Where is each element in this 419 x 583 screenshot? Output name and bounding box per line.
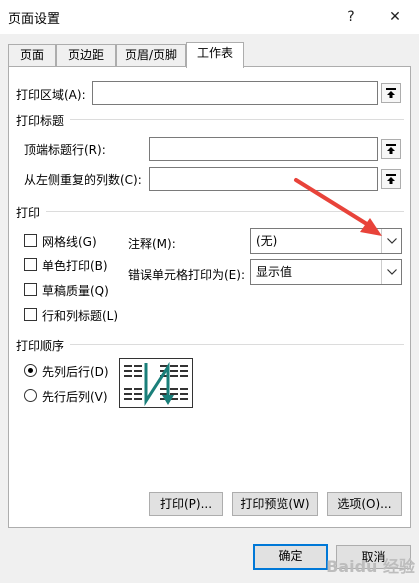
down-then-over-radio[interactable] — [24, 364, 37, 377]
print-area-input[interactable] — [92, 81, 378, 105]
page-order-diagram — [119, 358, 193, 408]
help-button[interactable]: ? — [340, 6, 362, 28]
tab-page[interactable]: 页面 — [8, 44, 56, 67]
rows-to-repeat-label: 顶端标题行(R): — [24, 143, 106, 157]
comments-label: 注释(M): — [128, 237, 176, 251]
draft-quality-checkbox[interactable] — [24, 283, 37, 296]
tab-sheet[interactable]: 工作表 — [186, 42, 244, 68]
page-order-divider — [70, 344, 404, 345]
print-titles-section-label: 打印标题 — [16, 114, 65, 128]
gridlines-checkbox[interactable] — [24, 234, 37, 247]
print-area-collapse-button[interactable] — [381, 83, 401, 103]
options-button[interactable]: 选项(O)... — [327, 492, 402, 516]
rows-to-repeat-input[interactable] — [149, 137, 378, 161]
page-order-preview-icon — [124, 361, 188, 407]
print-preview-button[interactable]: 打印预览(W) — [232, 492, 318, 516]
cell-errors-select[interactable]: 显示值 — [250, 259, 402, 285]
annotation-arrow-icon — [294, 178, 382, 236]
down-then-over-label: 先列后行(D) — [42, 365, 109, 379]
print-titles-divider — [70, 119, 404, 120]
window-title: 页面设置 — [8, 12, 61, 27]
close-button[interactable]: ✕ — [384, 6, 406, 28]
tab-margins[interactable]: 页边距 — [56, 44, 116, 67]
cell-errors-label: 错误单元格打印为(E): — [128, 268, 245, 282]
draft-quality-label: 草稿质量(Q) — [42, 284, 109, 298]
row-col-headings-checkbox[interactable] — [24, 308, 37, 321]
cell-errors-selected-value: 显示值 — [256, 265, 293, 279]
print-button[interactable]: 打印(P)... — [149, 492, 223, 516]
columns-to-repeat-label: 从左侧重复的列数(C): — [24, 173, 142, 187]
watermark: Baidu 经验 — [326, 557, 415, 576]
print-area-label: 打印区域(A): — [16, 88, 86, 102]
over-then-down-radio[interactable] — [24, 389, 37, 402]
collapse-dialog-icon — [386, 88, 396, 98]
rows-collapse-button[interactable] — [381, 139, 401, 159]
ok-button[interactable]: 确定 — [253, 544, 328, 570]
print-section-label: 打印 — [16, 206, 41, 220]
page-order-section-label: 打印顺序 — [16, 339, 65, 353]
black-and-white-label: 单色打印(B) — [42, 259, 108, 273]
gridlines-label: 网格线(G) — [42, 235, 97, 249]
row-col-headings-label: 行和列标题(L) — [42, 309, 119, 323]
tab-header-footer[interactable]: 页眉/页脚 — [116, 44, 186, 67]
comments-selected-value: (无) — [256, 234, 278, 248]
chevron-down-icon — [386, 269, 397, 275]
close-icon: ✕ — [389, 9, 401, 25]
cell-errors-dropdown-button[interactable] — [381, 260, 401, 284]
collapse-dialog-icon — [386, 144, 396, 154]
black-and-white-checkbox[interactable] — [24, 258, 37, 271]
over-then-down-label: 先行后列(V) — [42, 390, 108, 404]
